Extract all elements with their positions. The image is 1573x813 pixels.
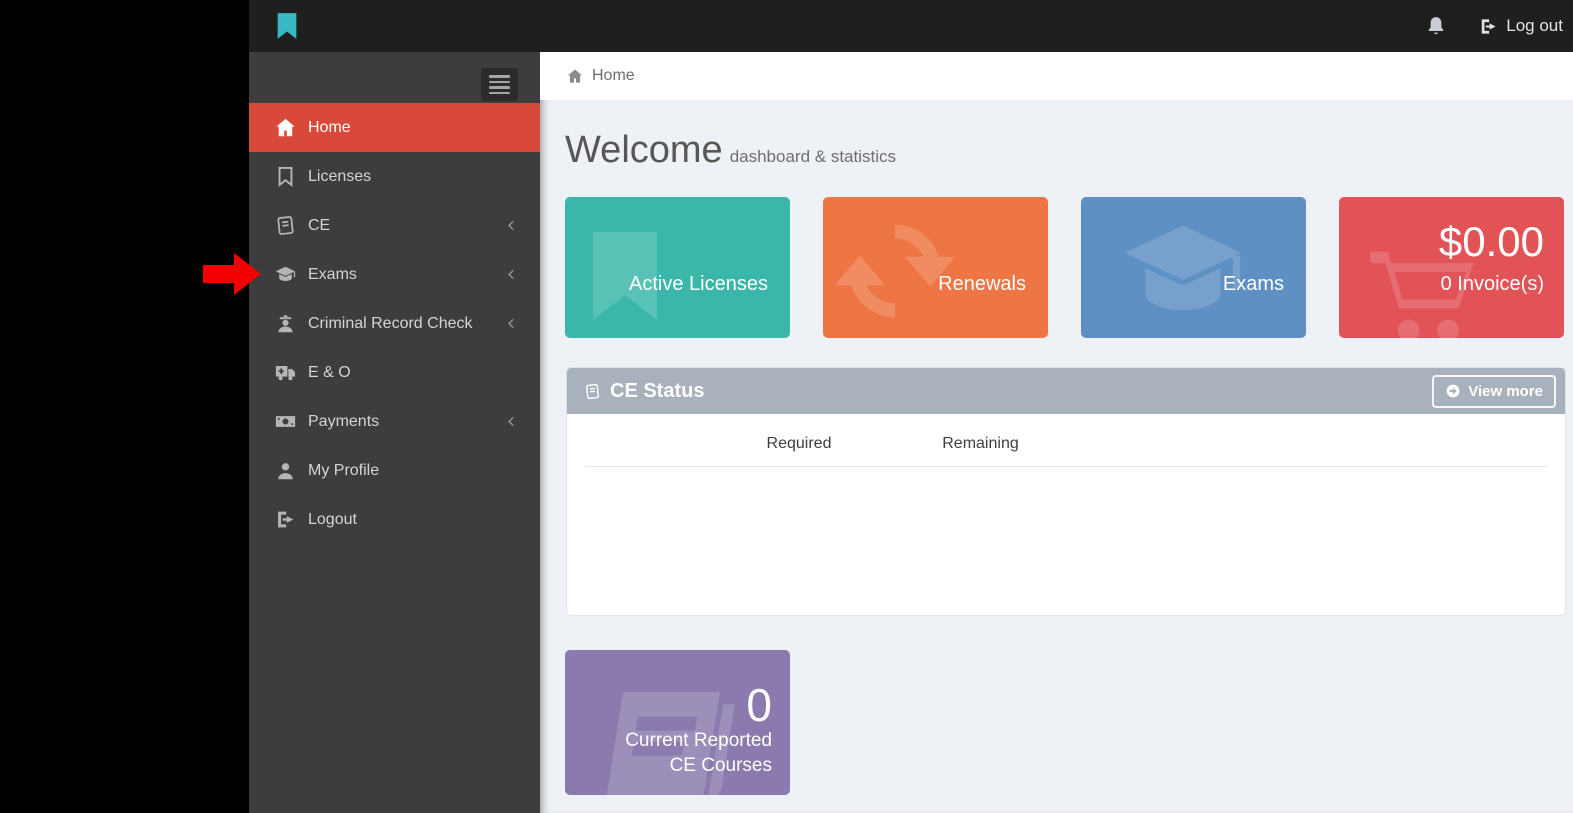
top-navbar: Log out — [249, 0, 1573, 52]
sidebar-item-label: CE — [308, 216, 331, 234]
notifications-bell-icon[interactable] — [1425, 15, 1447, 37]
tile-label: Renewals — [938, 273, 1026, 295]
page-subtitle: dashboard & statistics — [729, 147, 896, 166]
table-header-empty — [1063, 426, 1547, 467]
sidebar-item-home[interactable]: Home — [249, 103, 540, 152]
sidebar-nav: Home Licenses CE Exams Criminal Record C… — [249, 52, 540, 813]
sidebar-item-label: Exams — [308, 265, 357, 283]
logout-link[interactable]: Log out — [1479, 16, 1563, 36]
sidebar-toggle-button[interactable] — [481, 68, 518, 101]
chevron-left-icon — [505, 268, 518, 281]
ce-courses-label-line1: Current Reported — [625, 730, 772, 751]
ambulance-icon — [275, 362, 296, 383]
tile-label: Exams — [1222, 273, 1284, 295]
sidebar-item-label: Criminal Record Check — [308, 314, 473, 332]
sidebar-item-label: Home — [308, 118, 351, 136]
sign-out-icon — [275, 509, 296, 530]
sidebar-item-label: E & O — [308, 363, 351, 381]
ce-status-table: Required Remaining — [585, 426, 1547, 467]
ce-status-panel: CE Status View more Required Remaining — [567, 368, 1565, 615]
graduation-cap-icon — [275, 264, 296, 285]
table-header-required: Required — [700, 426, 898, 467]
sign-out-icon — [1479, 17, 1498, 36]
chevron-left-icon — [505, 415, 518, 428]
sidebar-menu: Home Licenses CE Exams Criminal Record C… — [249, 103, 540, 544]
sidebar-item-logout[interactable]: Logout — [249, 495, 540, 544]
book-icon — [584, 383, 601, 400]
breadcrumb: Home — [540, 52, 1573, 100]
ce-courses-count: 0 — [746, 679, 772, 731]
page-header: Welcome dashboard & statistics — [565, 126, 896, 175]
tile-exams[interactable]: Exams — [1081, 197, 1306, 338]
invoice-amount: $0.00 — [1438, 218, 1544, 265]
breadcrumb-home-link[interactable]: Home — [592, 67, 635, 85]
table-header-remaining: Remaining — [898, 426, 1063, 467]
bookmark-outline-icon — [275, 166, 296, 187]
logout-label: Log out — [1506, 16, 1563, 35]
sidebar-item-label: My Profile — [308, 461, 380, 479]
brand-bookmark-icon[interactable] — [273, 8, 301, 44]
view-more-label: View more — [1468, 382, 1543, 400]
panel-title-label: CE Status — [610, 379, 705, 402]
sidebar-item-ce[interactable]: CE — [249, 201, 540, 250]
table-header-empty — [585, 426, 700, 467]
tile-active-licenses[interactable]: Active Licenses — [565, 197, 790, 338]
book-icon — [275, 215, 296, 236]
ce-status-panel-header: CE Status View more — [567, 368, 1565, 414]
page-title: Welcome — [565, 129, 723, 171]
tile-renewals[interactable]: Renewals — [823, 197, 1048, 338]
sidebar-item-label: Payments — [308, 412, 380, 430]
refresh-ghost-icon — [829, 205, 961, 337]
graduation-cap-ghost-icon — [1081, 209, 1293, 334]
chevron-left-icon — [505, 219, 518, 232]
user-icon — [275, 460, 296, 481]
sidebar-item-e-and-o[interactable]: E & O — [249, 348, 540, 397]
sidebar-item-my-profile[interactable]: My Profile — [249, 446, 540, 495]
sidebar-item-licenses[interactable]: Licenses — [249, 152, 540, 201]
home-icon — [275, 117, 296, 138]
chevron-left-icon — [505, 317, 518, 330]
tile-invoices[interactable]: $0.00 0 Invoice(s) — [1339, 197, 1564, 338]
tile-label: Active Licenses — [629, 273, 768, 295]
sidebar-item-payments[interactable]: Payments — [249, 397, 540, 446]
tile-label: 0 Invoice(s) — [1440, 273, 1544, 295]
app-window: Log out Home Licenses CE Exams Criminal … — [249, 0, 1573, 813]
main-content: Home Welcome dashboard & statistics Activ… — [540, 52, 1573, 813]
user-secret-icon — [275, 313, 296, 334]
panel-title: CE Status — [584, 380, 704, 403]
view-more-button[interactable]: View more — [1432, 374, 1556, 408]
topbar-actions: Log out — [1425, 0, 1563, 52]
ce-courses-label-line2: CE Courses — [669, 755, 772, 776]
screenshot-canvas: Log out Home Licenses CE Exams Criminal … — [0, 0, 1573, 813]
home-icon — [567, 68, 583, 84]
ce-courses-tile-text: 0 Current Reported CE Courses — [625, 682, 772, 778]
money-icon — [275, 411, 296, 432]
sidebar-item-criminal-record-check[interactable]: Criminal Record Check — [249, 299, 540, 348]
annotation-red-arrow — [203, 252, 261, 296]
sidebar-item-label: Logout — [308, 510, 357, 528]
sidebar-item-exams[interactable]: Exams — [249, 250, 540, 299]
circle-arrow-right-icon — [1445, 383, 1461, 399]
tile-current-reported-ce-courses[interactable]: 0 Current Reported CE Courses — [565, 650, 790, 795]
sidebar-item-label: Licenses — [308, 167, 372, 185]
